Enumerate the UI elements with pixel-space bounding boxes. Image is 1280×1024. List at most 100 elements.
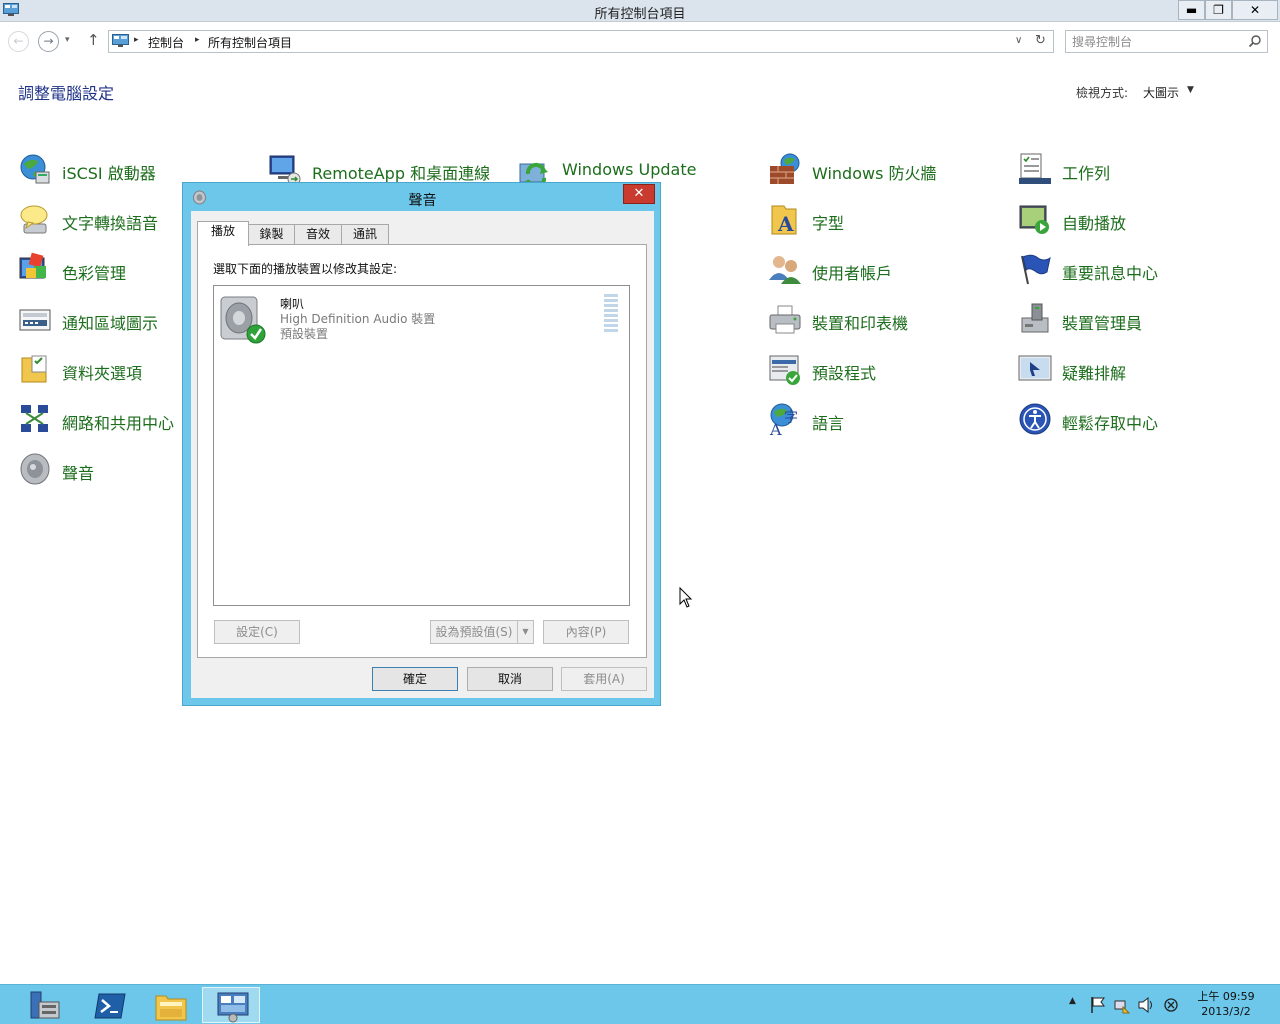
item-label[interactable]: 裝置和印表機	[812, 310, 908, 334]
taskbar-file-explorer[interactable]	[141, 987, 199, 1023]
troubleshooting-icon	[1018, 355, 1052, 381]
clock-date: 2013/3/2	[1201, 1005, 1251, 1018]
set-default-label: 設為預設值(S)	[435, 625, 513, 639]
up-button[interactable]: ↑	[87, 31, 100, 49]
mouse-pointer-icon	[679, 587, 693, 608]
windows-update-icon	[519, 162, 548, 186]
recent-locations-dropdown[interactable]: ▾	[65, 35, 70, 45]
item-label[interactable]: 工作列	[1062, 160, 1110, 184]
item-label[interactable]: 自動播放	[1062, 210, 1126, 234]
dialog-title: 聲音	[408, 193, 437, 209]
search-icon[interactable]	[1248, 34, 1262, 48]
item-label[interactable]: 預設程式	[812, 360, 876, 384]
search-input[interactable]	[1072, 34, 1242, 49]
item-label[interactable]: 使用者帳戶	[812, 260, 892, 284]
folder-options-icon	[21, 355, 47, 383]
playback-panel: 選取下面的播放裝置以修改其設定: 喇叭 High Definition Audi…	[197, 244, 647, 658]
set-default-dropdown-arrow[interactable]: ▼	[517, 621, 533, 643]
power-status-icon[interactable]	[1163, 996, 1179, 1014]
minimize-button[interactable]: ▬	[1178, 0, 1205, 20]
volume-meter	[604, 294, 618, 332]
tab-communications[interactable]: 通訊	[341, 224, 389, 245]
item-label[interactable]: 重要訊息中心	[1062, 260, 1158, 284]
close-button[interactable]: ✕	[1232, 0, 1278, 20]
window-title: 所有控制台項目	[594, 7, 686, 22]
system-clock[interactable]: 上午 09:59 2013/3/2	[1196, 989, 1256, 1019]
powershell-icon	[94, 993, 126, 1019]
item-fonts[interactable]: A 字型	[768, 202, 1008, 238]
item-device-manager[interactable]: 裝置管理員	[1018, 302, 1258, 338]
item-windows-firewall[interactable]: Windows 防火牆	[768, 152, 1008, 188]
item-label[interactable]: 通知區域圖示	[62, 310, 158, 334]
remoteapp-icon	[269, 155, 301, 186]
chevron-down-icon[interactable]: ▼	[1187, 85, 1194, 95]
breadcrumb-separator[interactable]: ▸	[134, 35, 139, 45]
device-manager-icon	[1021, 303, 1049, 333]
breadcrumb-separator[interactable]: ▸	[195, 35, 200, 45]
action-center-flag-icon[interactable]	[1090, 996, 1106, 1014]
taskbar: ▲ 上午 09:59 2013/3/2	[0, 984, 1280, 1024]
network-status-icon[interactable]	[1114, 996, 1130, 1014]
font-folder-icon: A	[771, 205, 797, 236]
apply-button[interactable]: 套用(A)	[561, 667, 647, 691]
item-troubleshooting[interactable]: 疑難排解	[1018, 352, 1258, 388]
item-label[interactable]: 文字轉換語音	[62, 210, 158, 234]
item-label[interactable]: 字型	[812, 210, 844, 234]
cancel-button[interactable]: 取消	[467, 667, 553, 691]
breadcrumb-control-panel[interactable]: 控制台	[148, 34, 184, 51]
taskbar-server-manager[interactable]	[14, 987, 72, 1023]
ok-button[interactable]: 確定	[372, 667, 458, 691]
dialog-close-button[interactable]: ✕	[623, 184, 655, 204]
item-ease-of-access[interactable]: 輕鬆存取中心	[1018, 402, 1258, 438]
configure-button[interactable]: 設定(C)	[214, 620, 300, 644]
item-label[interactable]: 語言	[812, 410, 844, 434]
item-label[interactable]: 疑難排解	[1062, 360, 1126, 384]
item-label[interactable]: 聲音	[62, 460, 94, 484]
tab-sounds[interactable]: 音效	[294, 224, 342, 245]
search-box[interactable]	[1065, 30, 1268, 53]
item-action-center[interactable]: 重要訊息中心	[1018, 252, 1258, 288]
printer-icon	[769, 305, 801, 334]
item-language[interactable]: A 字 語言	[768, 402, 1008, 438]
breadcrumb-all-items[interactable]: 所有控制台項目	[208, 34, 292, 51]
refresh-button[interactable]: ↻	[1035, 33, 1046, 48]
set-default-button[interactable]: 設為預設值(S) ▼	[430, 620, 534, 644]
item-label[interactable]: 資料夾選項	[62, 360, 142, 384]
action-center-flag-icon	[1021, 254, 1051, 285]
speaker-icon	[20, 453, 50, 485]
item-label[interactable]: 色彩管理	[62, 260, 126, 284]
forward-button[interactable]: →	[38, 31, 59, 52]
restore-button[interactable]: ❐	[1205, 0, 1232, 20]
item-label[interactable]: RemoteApp 和桌面連線	[312, 160, 490, 184]
item-label[interactable]: Windows Update	[562, 160, 696, 179]
device-item-speakers[interactable]: 喇叭 High Definition Audio 裝置 預設裝置	[214, 286, 629, 348]
item-devices-printers[interactable]: 裝置和印表機	[768, 302, 1008, 338]
back-button[interactable]: ←	[8, 31, 29, 52]
item-label[interactable]: 網路和共用中心	[62, 410, 174, 434]
item-default-programs[interactable]: 預設程式	[768, 352, 1008, 388]
taskbar-control-panel[interactable]	[202, 987, 260, 1023]
default-programs-icon	[769, 355, 800, 385]
view-by-dropdown[interactable]: 大圖示	[1143, 84, 1179, 101]
color-management-icon	[19, 252, 46, 279]
device-list[interactable]: 喇叭 High Definition Audio 裝置 預設裝置	[213, 285, 630, 606]
item-label[interactable]: Windows 防火牆	[812, 160, 937, 184]
item-user-accounts[interactable]: 使用者帳戶	[768, 252, 1008, 288]
view-by-label: 檢視方式:	[1076, 86, 1129, 100]
item-label[interactable]: 輕鬆存取中心	[1062, 410, 1158, 434]
taskbar-powershell[interactable]	[80, 987, 138, 1023]
item-label[interactable]: iSCSI 啟動器	[62, 160, 156, 184]
notification-area-icon	[19, 309, 51, 331]
item-label[interactable]: 裝置管理員	[1062, 310, 1142, 334]
tab-playback[interactable]: 播放	[197, 221, 249, 246]
item-taskbar[interactable]: 工作列	[1018, 152, 1258, 188]
show-hidden-icons-button[interactable]: ▲	[1069, 996, 1076, 1014]
address-bar[interactable]: ▸ 控制台 ▸ 所有控制台項目 ∨ ↻	[108, 30, 1054, 53]
address-history-dropdown[interactable]: ∨	[1015, 35, 1022, 46]
properties-button[interactable]: 內容(P)	[543, 620, 629, 644]
page-title: 調整電腦設定	[18, 84, 115, 103]
language-icon: A 字	[769, 403, 798, 436]
tab-recording[interactable]: 錄製	[248, 224, 295, 245]
volume-icon[interactable]	[1138, 996, 1154, 1014]
item-autoplay[interactable]: 自動播放	[1018, 202, 1258, 238]
